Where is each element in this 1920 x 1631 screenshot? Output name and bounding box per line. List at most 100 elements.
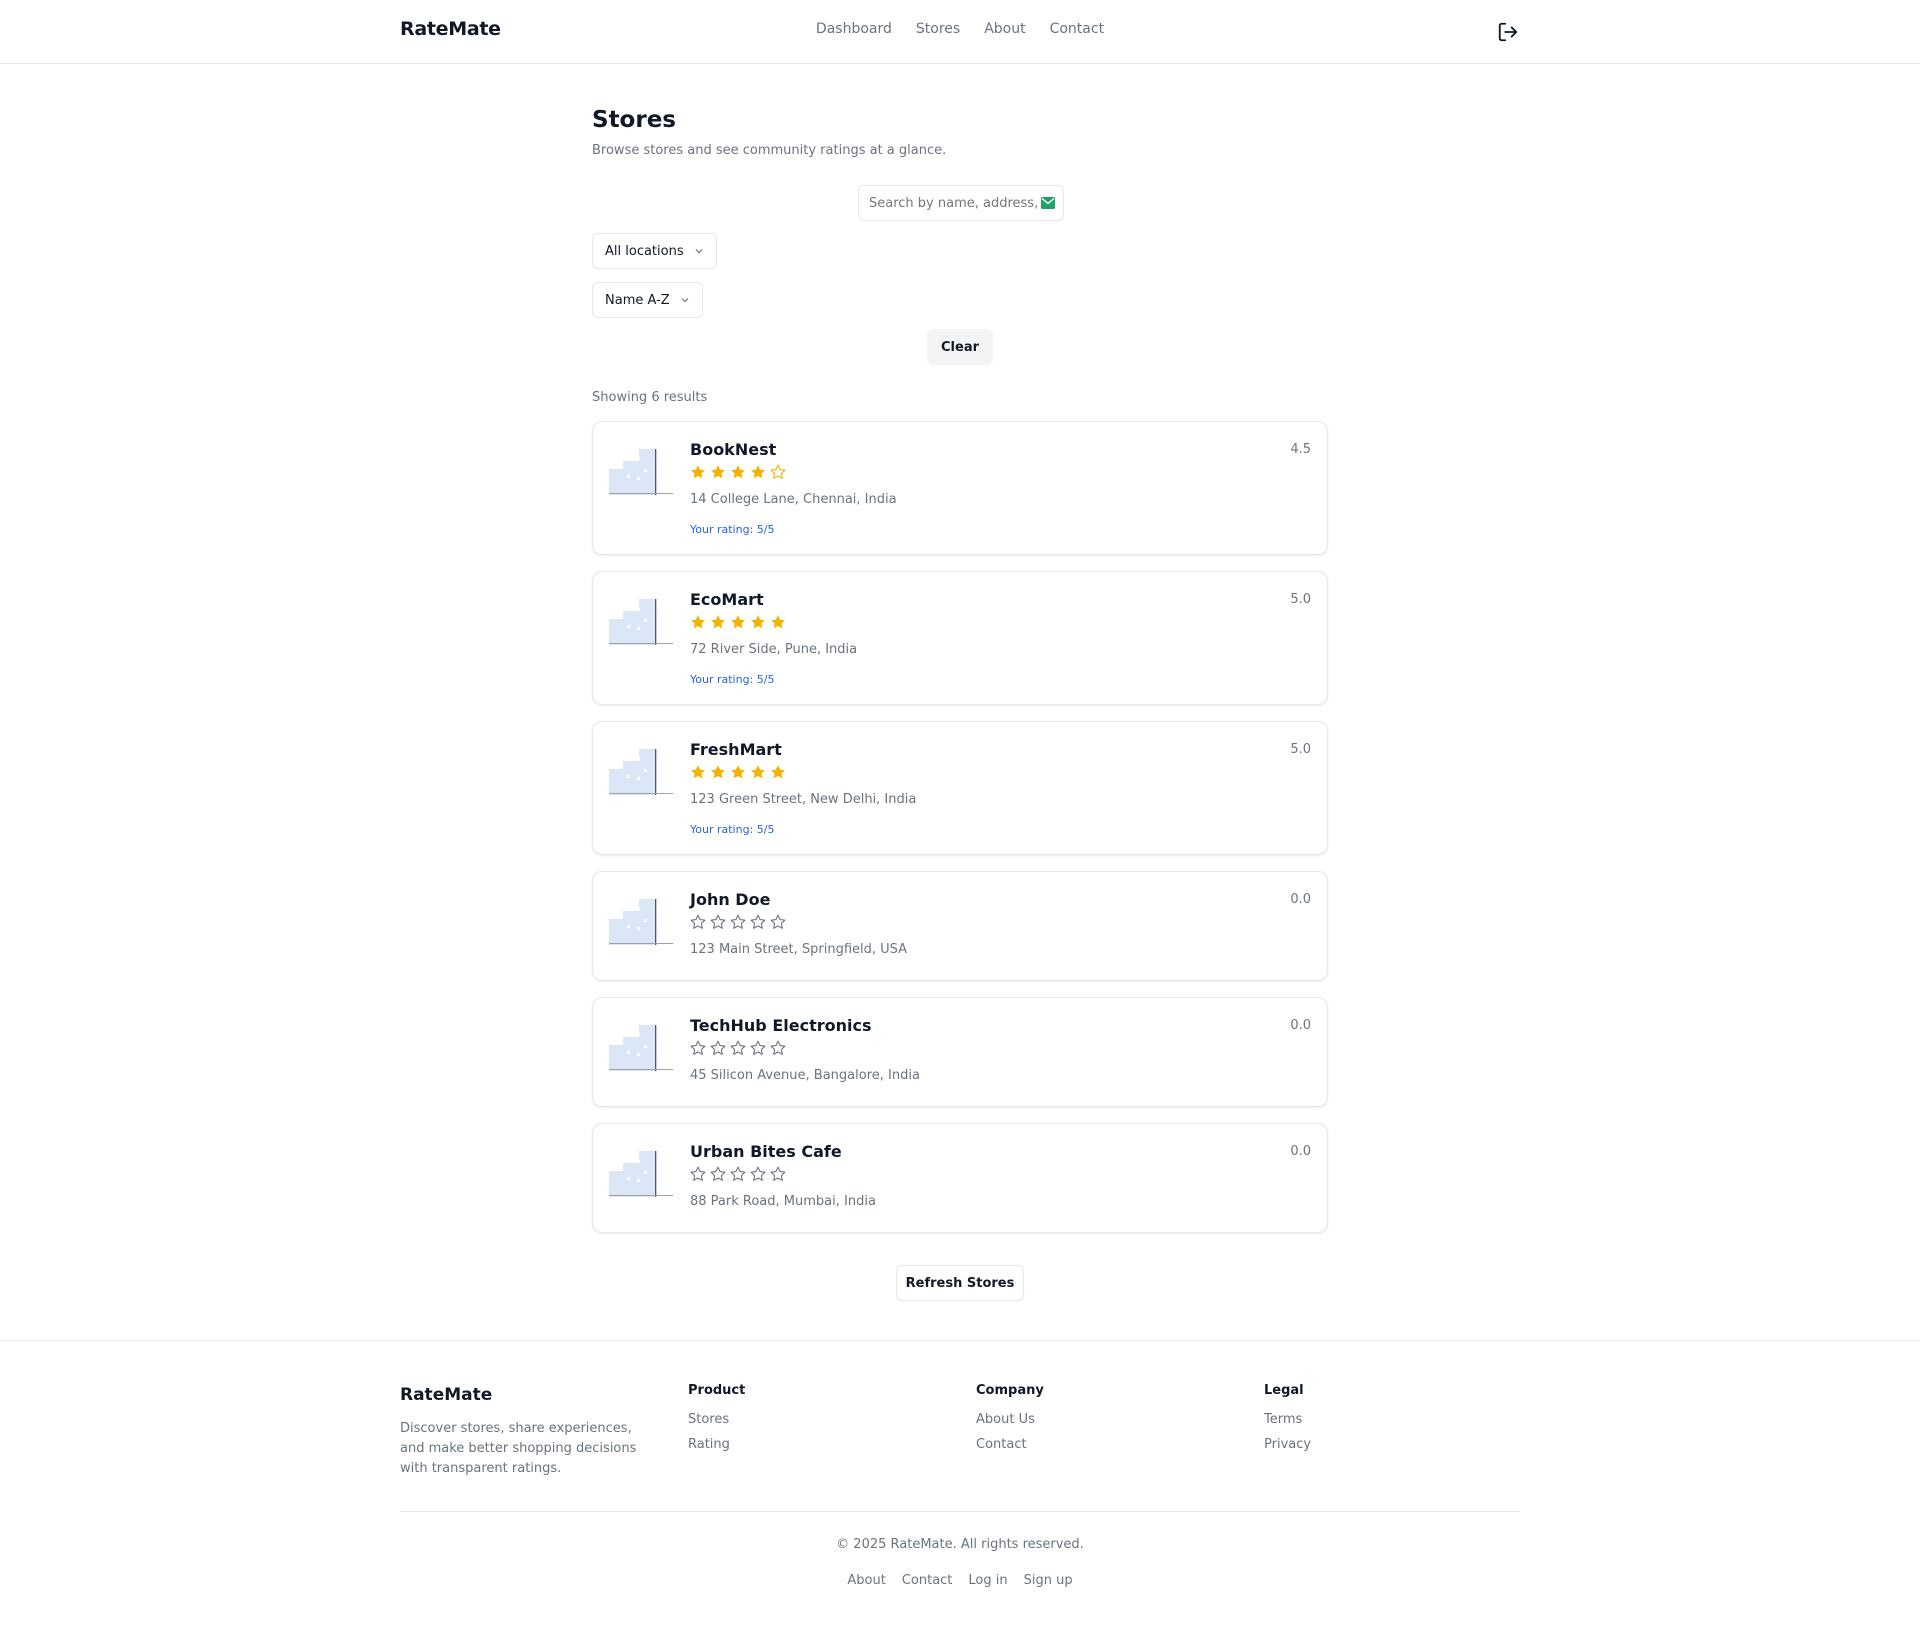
sort-select[interactable]: Name A-Z [592,282,703,318]
footer-column-title: Company [976,1383,1044,1398]
top-navbar: RateMate Dashboard Stores About Contact [0,0,1920,64]
clear-button[interactable]: Clear [927,329,993,365]
footer-column-title: Product [688,1383,746,1398]
footer-brand: RateMate [400,1385,493,1405]
your-rating[interactable]: Your rating: 5/5 [690,523,774,536]
star-empty-icon [750,914,766,929]
footer: RateMate Discover stores, share experien… [0,1340,1920,1631]
star-filled-icon [691,465,705,479]
store-name: BookNest [690,440,777,459]
star-empty-icon [770,914,786,929]
star-rating [690,1166,786,1182]
chevron-down-icon [695,249,703,254]
star-empty-icon [730,1166,746,1181]
store-score: 4.5 [1290,442,1311,457]
star-filled-icon [771,765,785,779]
store-address: 45 Silicon Avenue, Bangalore, India [690,1068,920,1083]
store-name: FreshMart [690,740,782,759]
star-empty-icon [690,1040,706,1055]
page-subtitle: Browse stores and see community ratings … [592,143,947,158]
star-filled-icon [731,615,745,629]
footer-bottom-signup[interactable]: Sign up [1024,1573,1073,1588]
store-score: 0.0 [1290,892,1311,907]
search-input[interactable] [869,195,1039,211]
footer-divider [400,1511,1520,1512]
nav-about[interactable]: About [984,21,1025,37]
refresh-stores-button[interactable]: Refresh Stores [896,1265,1024,1301]
star-filled-icon [731,765,745,779]
footer-bottom-login[interactable]: Log in [968,1573,1007,1588]
footer-column-product: Product Stores Rating [688,1383,745,1462]
star-filled-icon [751,765,765,779]
store-address: 123 Green Street, New Delhi, India [690,792,917,807]
footer-column-legal: Legal Terms Privacy [1264,1383,1311,1462]
nav-dashboard[interactable]: Dashboard [816,21,892,37]
footer-description: Discover stores, share experiences, and … [400,1421,637,1476]
store-score: 0.0 [1290,1144,1311,1159]
your-rating[interactable]: Your rating: 5/5 [690,673,774,686]
footer-bottom-about[interactable]: About [847,1573,885,1588]
star-rating [690,1040,786,1056]
star-rating [690,614,786,630]
store-name: EcoMart [690,590,764,609]
mail-icon [1041,197,1055,209]
results-count: Showing 6 results [592,390,708,405]
copyright-text: © 2025 RateMate. All rights reserved. [836,1537,1084,1552]
star-empty-icon [770,1040,786,1055]
star-filled-icon [711,465,725,479]
star-empty-icon [770,464,786,479]
page-title: Stores [592,107,676,133]
your-rating[interactable]: Your rating: 5/5 [690,823,774,836]
star-empty-icon [710,914,726,929]
store-card[interactable]: FreshMart 123 Green Street, New Delhi, I… [592,721,1328,855]
location-select-value: All locations [605,243,684,259]
store-score: 5.0 [1290,742,1311,757]
star-rating [690,464,786,480]
nav-contact[interactable]: Contact [1050,21,1104,37]
search-box[interactable] [858,185,1064,221]
store-list: BookNest 14 College Lane, Chennai, India… [592,421,1328,1233]
footer-link-terms[interactable]: Terms [1264,1412,1311,1427]
footer-link-about-us[interactable]: About Us [976,1412,1044,1427]
store-address: 72 River Side, Pune, India [690,642,858,657]
store-building-icon [609,599,673,645]
footer-column-company: Company About Us Contact [976,1383,1044,1462]
footer-link-rating[interactable]: Rating [688,1437,745,1452]
logout-icon[interactable] [1497,21,1519,43]
chevron-down-icon [681,298,689,303]
star-empty-icon [690,914,706,929]
star-rating [690,914,786,930]
main-nav: Dashboard Stores About Contact [0,21,1920,37]
store-card[interactable]: John Doe 123 Main Street, Springfield, U… [592,871,1328,981]
star-filled-icon [751,615,765,629]
store-address: 14 College Lane, Chennai, India [690,492,897,507]
star-empty-icon [750,1166,766,1181]
star-empty-icon [750,1040,766,1055]
location-select[interactable]: All locations [592,233,717,269]
store-building-icon [609,449,673,495]
store-building-icon [609,1151,673,1197]
footer-bottom-links: About Contact Log in Sign up [0,1573,1920,1588]
store-name: TechHub Electronics [690,1016,872,1035]
footer-link-contact[interactable]: Contact [976,1437,1044,1452]
store-card[interactable]: BookNest 14 College Lane, Chennai, India… [592,421,1328,555]
star-empty-icon [770,1166,786,1181]
star-rating [690,764,786,780]
store-card[interactable]: TechHub Electronics 45 Silicon Avenue, B… [592,997,1328,1107]
footer-link-privacy[interactable]: Privacy [1264,1437,1311,1452]
store-card[interactable]: Urban Bites Cafe 88 Park Road, Mumbai, I… [592,1123,1328,1233]
star-filled-icon [751,465,765,479]
stores-page: Stores Browse stores and see community r… [592,107,1328,1301]
nav-stores[interactable]: Stores [916,21,960,37]
footer-link-stores[interactable]: Stores [688,1412,745,1427]
store-card[interactable]: EcoMart 72 River Side, Pune, India Your … [592,571,1328,705]
footer-bottom-contact[interactable]: Contact [902,1573,953,1588]
star-empty-icon [690,1166,706,1181]
store-building-icon [609,899,673,945]
star-empty-icon [730,1040,746,1055]
star-filled-icon [691,765,705,779]
star-filled-icon [711,615,725,629]
store-building-icon [609,1025,673,1071]
store-address: 123 Main Street, Springfield, USA [690,942,908,957]
store-building-icon [609,749,673,795]
